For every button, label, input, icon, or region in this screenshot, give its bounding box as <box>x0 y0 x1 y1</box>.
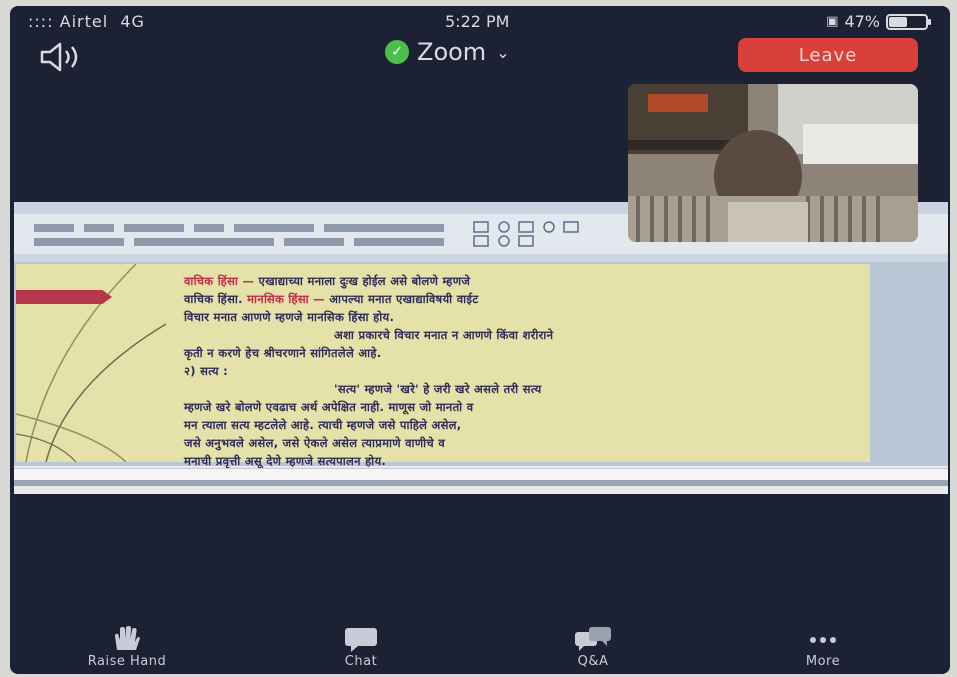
slide-line-10: जसे अनुभवले असेल, जसे ऐकले असेल त्याप्रम… <box>184 436 446 450</box>
battery-status: ▣ 47% <box>826 12 931 31</box>
battery-percent: 47% <box>844 12 880 31</box>
qa-button[interactable]: Q&A <box>518 626 668 669</box>
qa-icon <box>575 627 611 651</box>
chat-label: Chat <box>344 654 378 669</box>
slide: वाचिक हिंसा — एखाद्याच्या मनाला दुःख होई… <box>16 264 870 468</box>
slide-line-5: कृती न करणे हेच श्रीचरणाने सांगितलेले आह… <box>184 346 382 360</box>
shared-screen: वाचिक हिंसा — एखाद्याच्या मनाला दुःख होई… <box>14 202 948 494</box>
meeting-title: Zoom <box>417 38 487 66</box>
status-bar: :::: Airtel 4G 5:22 PM ▣ 47% <box>10 6 950 36</box>
clock: 5:22 PM <box>445 12 510 31</box>
chevron-down-icon: ⌄ <box>496 42 510 62</box>
slide-line-3: विचार मनात आणणे म्हणजे मानसिक हिंसा होय. <box>184 310 395 324</box>
signal-icon: :::: <box>28 12 60 31</box>
slide-line-2-rest: आपल्या मनात एखाद्याविषयी वाईट <box>324 292 479 306</box>
taskbar-strip <box>14 480 948 486</box>
security-shield-icon: ✓ <box>385 40 409 64</box>
chat-button[interactable]: Chat <box>286 626 436 669</box>
leave-button[interactable]: Leave <box>738 38 918 72</box>
carrier-info: :::: Airtel 4G <box>28 12 145 31</box>
orientation-lock-icon: ▣ <box>826 14 839 29</box>
slide-line-8: म्हणजे खरे बोलणे एवढाच अर्थ अपेक्षित नाह… <box>184 400 474 414</box>
chat-icon <box>345 628 377 652</box>
slide-editor: वाचिक हिंसा — एखाद्याच्या मनाला दुःख होई… <box>14 262 948 468</box>
term-vachik: वाचिक हिंसा — <box>184 274 255 288</box>
slide-arrow-decoration <box>16 290 112 304</box>
raise-hand-button[interactable]: Raise Hand <box>52 626 202 669</box>
meeting-toolbar: Raise Hand Chat Q&A More <box>10 626 950 674</box>
slide-line-2: वाचिक हिंसा. <box>184 292 248 306</box>
term-mansik: मानसिक हिंसा — <box>247 292 325 306</box>
slide-line-9: मन त्याला सत्य म्हटलेले आहे. त्याची म्हण… <box>184 418 462 432</box>
slide-text: वाचिक हिंसा — एखाद्याच्या मनाला दुःख होई… <box>184 272 860 470</box>
meeting-title-menu[interactable]: ✓ Zoom ⌄ <box>385 38 510 66</box>
slide-line-7: 'सत्य' म्हणजे 'खरे' हे जरी खरे असले तरी … <box>334 382 542 396</box>
self-video-thumbnail[interactable] <box>628 84 918 242</box>
more-button[interactable]: More <box>748 626 898 669</box>
carrier-name: Airtel <box>59 12 109 31</box>
raise-hand-label: Raise Hand <box>87 654 167 669</box>
raise-hand-icon <box>115 626 140 650</box>
battery-fill <box>889 16 907 27</box>
camera-feed <box>628 84 918 242</box>
battery-icon <box>886 13 931 30</box>
more-label: More <box>805 654 841 669</box>
qa-label: Q&A <box>577 654 609 669</box>
more-icon <box>810 637 836 643</box>
speaker-icon[interactable] <box>38 40 86 74</box>
slide-line-4: अशा प्रकारचे विचार मनात न आणणे किंवा शरी… <box>334 328 554 342</box>
powerpoint-status-bar <box>14 468 948 486</box>
slide-line-1: एखाद्याच्या मनाला दुःख होईल असे बोलणे म्… <box>254 274 471 288</box>
zoom-meeting-screen: :::: Airtel 4G 5:22 PM ▣ 47% ✓ Zoom ⌄ Le… <box>10 6 950 674</box>
slide-heading-satya: २) सत्य : <box>184 364 229 378</box>
network-type: 4G <box>120 12 145 31</box>
